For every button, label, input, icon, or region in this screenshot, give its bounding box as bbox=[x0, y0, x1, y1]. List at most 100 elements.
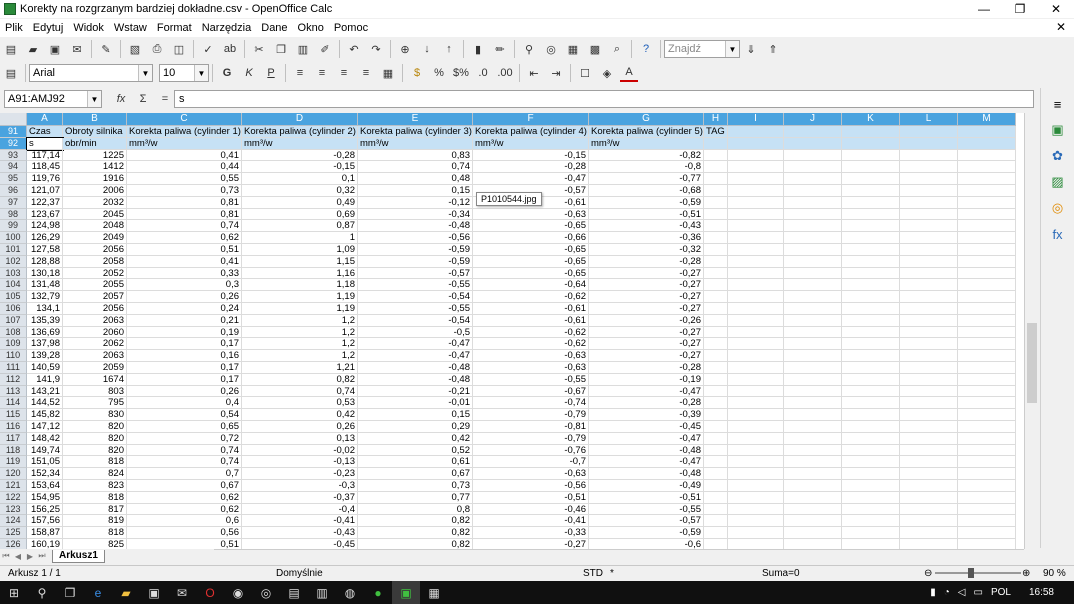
currency-format-icon[interactable]: $ bbox=[408, 64, 426, 82]
table-cell[interactable]: 128,88 bbox=[27, 255, 63, 268]
table-cell[interactable] bbox=[842, 515, 900, 528]
table-cell[interactable] bbox=[784, 409, 842, 421]
table-cell[interactable]: -0,13 bbox=[242, 456, 358, 469]
close-button[interactable]: ✕ bbox=[1038, 0, 1074, 18]
spreadsheet-grid[interactable]: A B C D E F G H I J K L M 91 Czas Obroty silnika Korekta… bbox=[0, 113, 1024, 549]
table-cell[interactable]: -0,59 bbox=[358, 244, 473, 256]
table-cell[interactable]: 2062 bbox=[63, 338, 127, 351]
table-cell[interactable] bbox=[958, 350, 1016, 362]
table-cell[interactable]: -0,27 bbox=[589, 350, 704, 362]
table-cell[interactable] bbox=[958, 137, 1016, 150]
table-cell[interactable] bbox=[958, 480, 1016, 492]
navigator-sidebar-icon[interactable]: ◎ bbox=[1048, 198, 1068, 218]
table-cell[interactable] bbox=[958, 232, 1016, 244]
table-cell[interactable]: 1,2 bbox=[242, 314, 358, 327]
table-cell[interactable] bbox=[728, 503, 784, 516]
table-cell[interactable] bbox=[842, 244, 900, 256]
table-cell[interactable]: Korekta paliwa (cylinder 4) bbox=[473, 126, 589, 138]
sidebar-menu-icon[interactable]: ≡ bbox=[1048, 94, 1068, 114]
percent-format-icon[interactable]: % bbox=[430, 64, 448, 82]
chrome-icon[interactable]: ◍ bbox=[336, 581, 364, 604]
table-cell[interactable] bbox=[842, 421, 900, 433]
table-cell[interactable] bbox=[958, 279, 1016, 292]
menu-narzedzia[interactable]: Narzędzia bbox=[197, 22, 257, 34]
column-header-f[interactable]: F bbox=[473, 113, 589, 126]
table-cell[interactable] bbox=[842, 232, 900, 244]
table-cell[interactable] bbox=[784, 338, 842, 351]
table-cell[interactable] bbox=[784, 149, 842, 162]
table-cell[interactable] bbox=[900, 291, 958, 303]
table-cell[interactable] bbox=[842, 539, 900, 549]
row-header[interactable]: 99 bbox=[0, 220, 27, 233]
table-cell[interactable]: -0,47 bbox=[473, 173, 589, 185]
table-cell[interactable]: 0,42 bbox=[242, 409, 358, 421]
table-cell[interactable]: 1674 bbox=[63, 373, 127, 386]
table-cell[interactable] bbox=[900, 444, 958, 457]
table-cell[interactable] bbox=[704, 255, 728, 268]
close-document-button[interactable]: ✕ bbox=[1056, 20, 1066, 34]
row-header[interactable]: 96 bbox=[0, 185, 27, 197]
row-header[interactable]: 124 bbox=[0, 515, 27, 528]
row-header[interactable]: 110 bbox=[0, 350, 27, 362]
table-cell[interactable] bbox=[784, 208, 842, 221]
redo-icon[interactable]: ↷ bbox=[367, 40, 385, 58]
table-cell[interactable] bbox=[958, 244, 1016, 256]
network-icon[interactable]: ◔ bbox=[944, 587, 950, 598]
table-cell[interactable] bbox=[728, 409, 784, 421]
table-cell[interactable] bbox=[900, 385, 958, 398]
sheet-tab-arkusz1[interactable]: Arkusz1 bbox=[52, 549, 105, 563]
table-cell[interactable] bbox=[958, 444, 1016, 457]
table-cell[interactable] bbox=[784, 503, 842, 516]
table-cell[interactable]: 0,41 bbox=[127, 255, 242, 268]
table-cell[interactable] bbox=[900, 161, 958, 174]
table-cell[interactable]: -0,56 bbox=[358, 232, 473, 244]
menu-plik[interactable]: Plik bbox=[0, 22, 28, 34]
table-cell[interactable]: 825 bbox=[63, 539, 127, 549]
table-cell[interactable]: -0,61 bbox=[473, 303, 589, 315]
table-cell[interactable] bbox=[728, 314, 784, 327]
table-cell[interactable]: s bbox=[26, 136, 64, 151]
table-cell[interactable]: -0,47 bbox=[589, 456, 704, 469]
table-cell[interactable]: 135,39 bbox=[27, 314, 63, 327]
table-cell[interactable]: 0,82 bbox=[358, 539, 473, 549]
table-cell[interactable]: -0,27 bbox=[473, 539, 589, 549]
table-cell[interactable] bbox=[728, 232, 784, 244]
table-cell[interactable] bbox=[728, 397, 784, 410]
table-cell[interactable]: 147,12 bbox=[27, 421, 63, 433]
row-header[interactable]: 105 bbox=[0, 291, 27, 303]
table-cell[interactable]: 132,79 bbox=[27, 291, 63, 303]
table-cell[interactable]: 0,62 bbox=[127, 491, 242, 504]
table-cell[interactable] bbox=[842, 491, 900, 504]
table-cell[interactable]: -0,76 bbox=[473, 444, 589, 457]
tray-icon[interactable]: ▮ bbox=[930, 587, 936, 598]
hyperlink-icon[interactable]: ⊕ bbox=[396, 40, 414, 58]
table-cell[interactable]: -0,79 bbox=[473, 409, 589, 421]
table-cell[interactable] bbox=[900, 350, 958, 362]
table-cell[interactable]: 818 bbox=[63, 491, 127, 504]
table-cell[interactable]: 154,95 bbox=[27, 491, 63, 504]
table-cell[interactable] bbox=[784, 314, 842, 327]
table-cell[interactable]: -0,02 bbox=[242, 444, 358, 457]
table-cell[interactable]: 0,26 bbox=[242, 421, 358, 433]
table-cell[interactable]: 2048 bbox=[63, 220, 127, 233]
table-cell[interactable]: 131,48 bbox=[27, 279, 63, 292]
zoom-in-icon[interactable]: ⊕ bbox=[1022, 568, 1030, 579]
table-cell[interactable] bbox=[784, 397, 842, 410]
table-cell[interactable] bbox=[842, 303, 900, 315]
table-cell[interactable] bbox=[784, 350, 842, 362]
table-cell[interactable]: 136,69 bbox=[27, 326, 63, 339]
navigator-icon[interactable]: ◎ bbox=[542, 40, 560, 58]
table-cell[interactable]: Korekta paliwa (cylinder 2) bbox=[242, 126, 358, 138]
table-cell[interactable]: 0,7 bbox=[127, 468, 242, 480]
table-cell[interactable] bbox=[958, 326, 1016, 339]
table-cell[interactable]: 0,65 bbox=[127, 421, 242, 433]
table-cell[interactable]: -0,66 bbox=[473, 232, 589, 244]
edit-file-icon[interactable]: ✎ bbox=[97, 40, 115, 58]
table-cell[interactable] bbox=[728, 303, 784, 315]
table-cell[interactable] bbox=[728, 291, 784, 303]
name-box[interactable]: A91:AMJ92 ▼ bbox=[4, 90, 102, 108]
cut-icon[interactable]: ✂ bbox=[250, 40, 268, 58]
table-cell[interactable]: 0,17 bbox=[127, 373, 242, 386]
table-cell[interactable] bbox=[728, 480, 784, 492]
table-cell[interactable]: 140,59 bbox=[27, 362, 63, 374]
